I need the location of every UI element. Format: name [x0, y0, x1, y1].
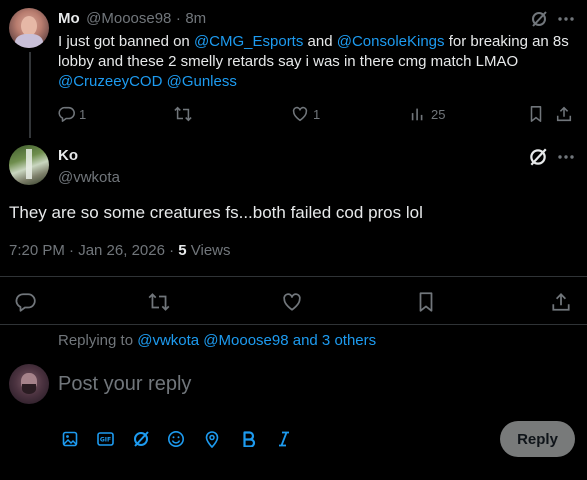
italic-icon[interactable] — [274, 429, 294, 449]
author-name[interactable]: Mo — [58, 10, 80, 27]
more-icon[interactable] — [555, 146, 577, 168]
like-icon[interactable] — [290, 104, 310, 124]
tweet-meta: 7:20 PM · Jan 26, 2026 · 5 Views — [9, 242, 231, 259]
divider — [0, 324, 587, 325]
like-count: 1 — [313, 107, 321, 122]
main-author-name[interactable]: Ko — [58, 147, 120, 165]
reply-count: 1 — [79, 107, 87, 122]
repost-icon[interactable] — [172, 104, 194, 124]
repost-icon[interactable] — [146, 290, 172, 314]
gif-icon[interactable]: GIF — [95, 429, 115, 449]
like-icon[interactable] — [280, 290, 304, 314]
emoji-icon[interactable] — [166, 429, 186, 449]
media-icon[interactable] — [60, 429, 80, 449]
divider — [0, 276, 587, 277]
tweet-text-segment: and — [303, 33, 337, 50]
tweet-text: I just got banned on @CMG_Esports and @C… — [58, 32, 580, 92]
mention-link[interactable]: @Gunless — [167, 73, 237, 90]
avatar-ko[interactable] — [9, 145, 49, 185]
reply-icon[interactable] — [14, 290, 38, 314]
author-handle[interactable]: @Mooose98 — [86, 10, 171, 27]
more-icon[interactable] — [556, 9, 576, 29]
thread-line — [29, 52, 31, 138]
replying-mentions[interactable]: @vwkota @Mooose98 and 3 others — [137, 332, 376, 349]
tweet-time[interactable]: 8m — [185, 10, 206, 27]
mention-link[interactable]: @CMG_Esports — [194, 33, 303, 50]
main-author-handle[interactable]: @vwkota — [58, 168, 120, 188]
reply-input[interactable] — [58, 370, 478, 398]
bookmark-icon[interactable] — [414, 290, 438, 314]
separator-dot: · — [175, 10, 181, 27]
location-icon[interactable] — [202, 429, 222, 449]
grok-icon[interactable] — [529, 9, 549, 29]
svg-text:GIF: GIF — [99, 437, 110, 444]
bookmark-icon[interactable] — [526, 104, 546, 124]
timestamp[interactable]: 7:20 PM · Jan 26, 2026 · — [9, 242, 178, 259]
avatar-mo[interactable] — [9, 8, 49, 48]
view-count: 25 — [431, 107, 446, 122]
mention-link[interactable]: @CruzeeyCOD — [58, 73, 162, 90]
grok-icon[interactable] — [527, 146, 549, 168]
reply-icon[interactable] — [57, 104, 77, 124]
tweet-header: Mo @Mooose98 · 8m — [58, 10, 206, 28]
main-author: Ko @vwkota — [58, 147, 120, 188]
views-count: 5 — [178, 242, 187, 259]
replying-to: Replying to @vwkota @Mooose98 and 3 othe… — [58, 332, 376, 349]
replying-prefix: Replying to — [58, 332, 138, 349]
views-icon[interactable] — [408, 104, 428, 124]
tweet-text-segment: I just got banned on — [58, 33, 194, 50]
share-icon[interactable] — [554, 104, 574, 124]
share-icon[interactable] — [549, 290, 573, 314]
mention-link[interactable]: @ConsoleKings — [337, 33, 445, 50]
views-label: Views — [186, 242, 231, 259]
bold-icon[interactable] — [239, 429, 259, 449]
avatar-current-user[interactable] — [9, 364, 49, 404]
grok-icon[interactable] — [131, 429, 151, 449]
main-tweet-text: They are so some creatures fs...both fai… — [9, 203, 423, 222]
reply-button[interactable]: Reply — [500, 421, 575, 457]
